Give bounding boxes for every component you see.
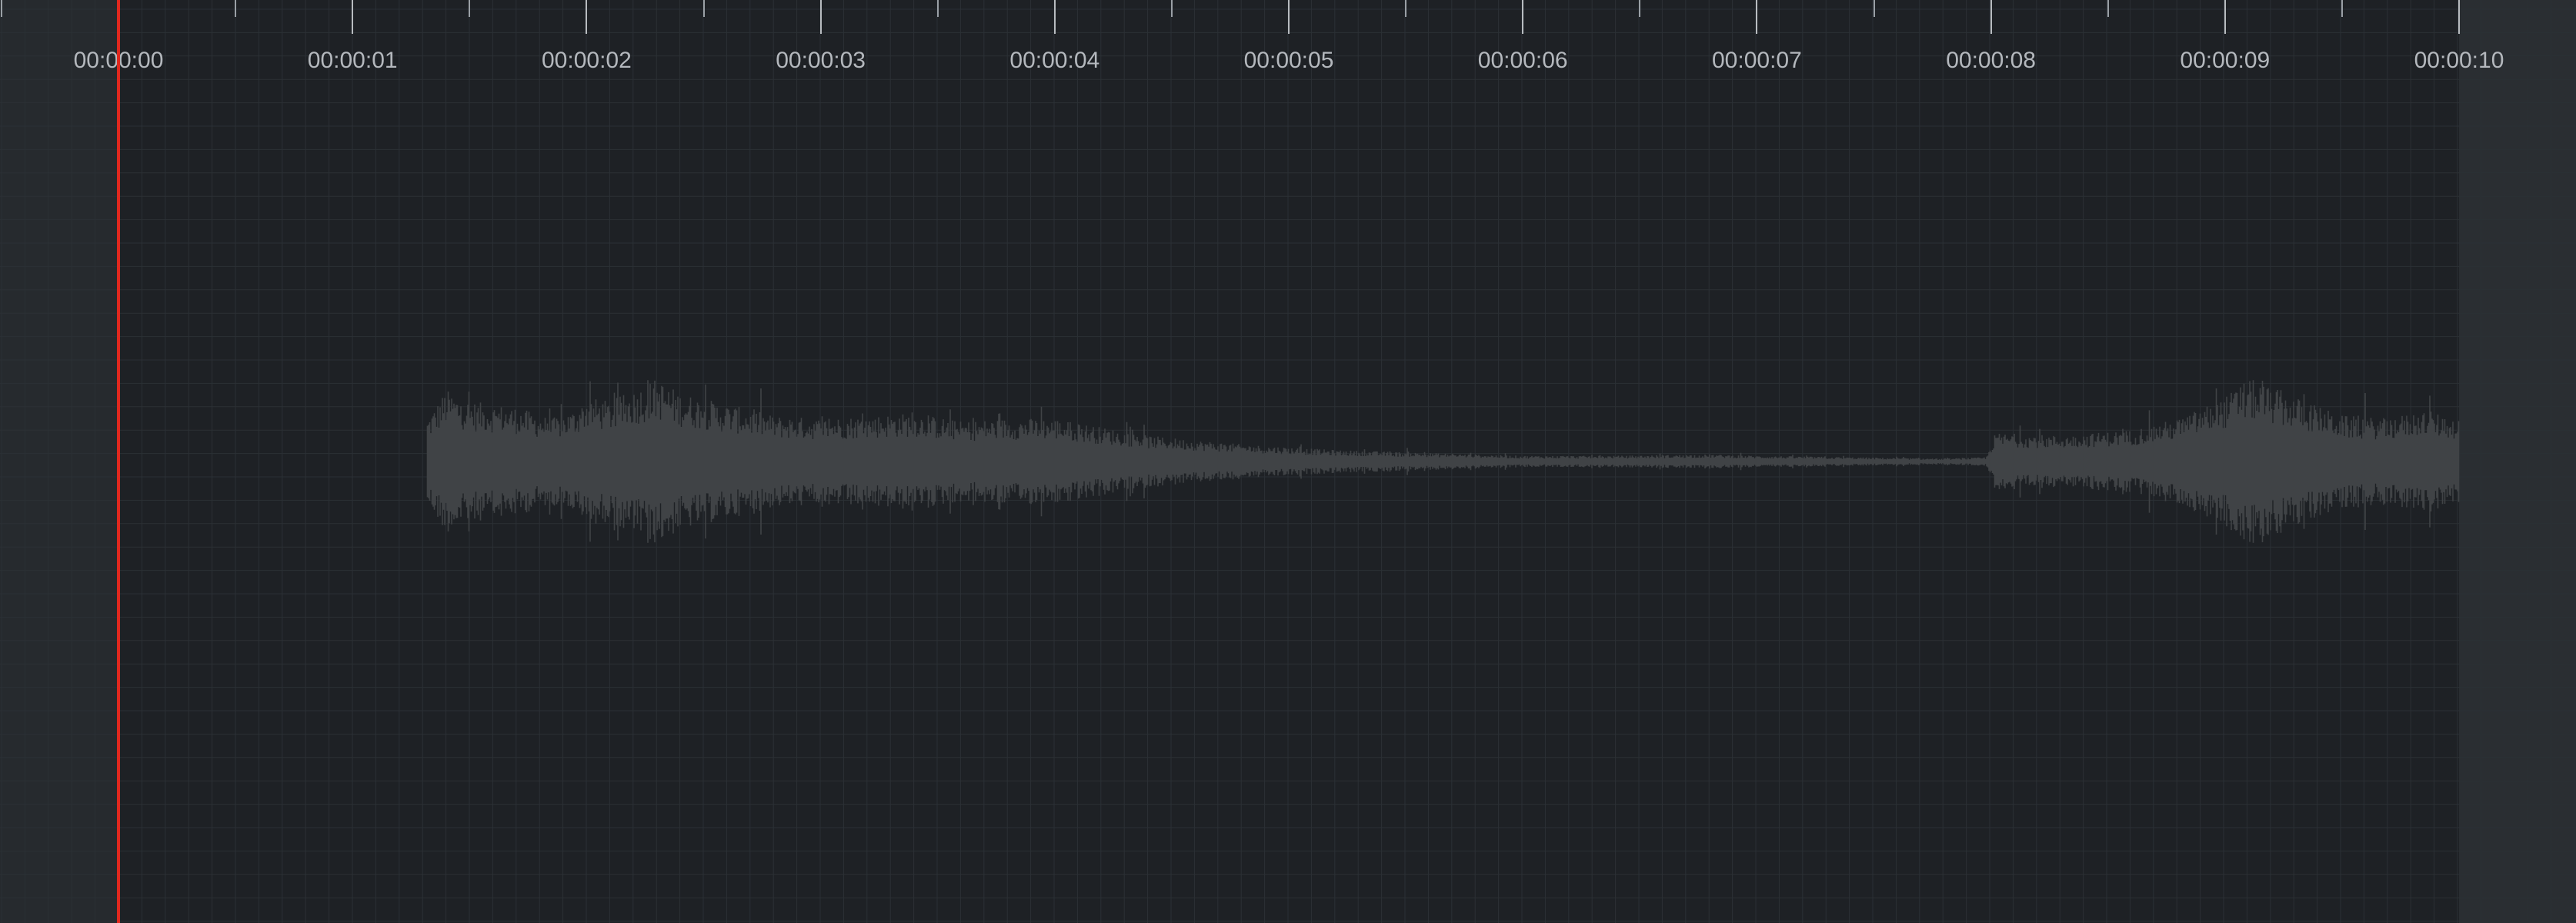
ruler-major-tick [2224,0,2226,34]
waveform-peaks [426,380,2460,543]
ruler-major-tick [352,0,354,34]
ruler-time-label: 00:00:01 [307,48,398,73]
ruler-major-tick [1756,0,1758,34]
ruler-minor-tick [1170,0,1173,17]
ruler-time-label: 00:00:05 [1243,48,1334,73]
ruler-major-tick [1522,0,1524,34]
ruler-minor-tick [936,0,939,17]
ruler-minor-tick [0,0,2,17]
ruler-major-tick [1053,0,1056,34]
playhead-cursor[interactable] [117,0,120,923]
audio-waveform[interactable] [0,0,2576,923]
audio-timeline-editor[interactable]: 00:00:0000:00:0100:00:0200:00:0300:00:04… [0,0,2576,923]
ruler-time-label: 00:00:09 [2180,48,2271,73]
ruler-major-tick [1990,0,1992,34]
ruler-minor-tick [235,0,237,17]
ruler-time-label: 00:00:08 [1946,48,2036,73]
ruler-time-label: 00:00:06 [1477,48,1568,73]
ruler-minor-tick [2107,0,2109,17]
ruler-time-label: 00:00:03 [776,48,866,73]
ruler-minor-tick [1873,0,1875,17]
ruler-time-label: 00:00:07 [1712,48,1802,73]
ruler-time-label: 00:00:02 [542,48,632,73]
ruler-major-tick [819,0,822,34]
ruler-minor-tick [469,0,471,17]
ruler-minor-tick [702,0,705,17]
ruler-major-tick [586,0,588,34]
ruler-time-label: 00:00:04 [1009,48,1100,73]
ruler-major-tick [2458,0,2460,34]
time-ruler[interactable]: 00:00:0000:00:0100:00:0200:00:0300:00:04… [0,0,2576,85]
ruler-time-label: 00:00:10 [2414,48,2504,73]
ruler-minor-tick [1405,0,1407,17]
ruler-major-tick [1288,0,1290,34]
ruler-minor-tick [2341,0,2343,17]
ruler-minor-tick [1639,0,1641,17]
